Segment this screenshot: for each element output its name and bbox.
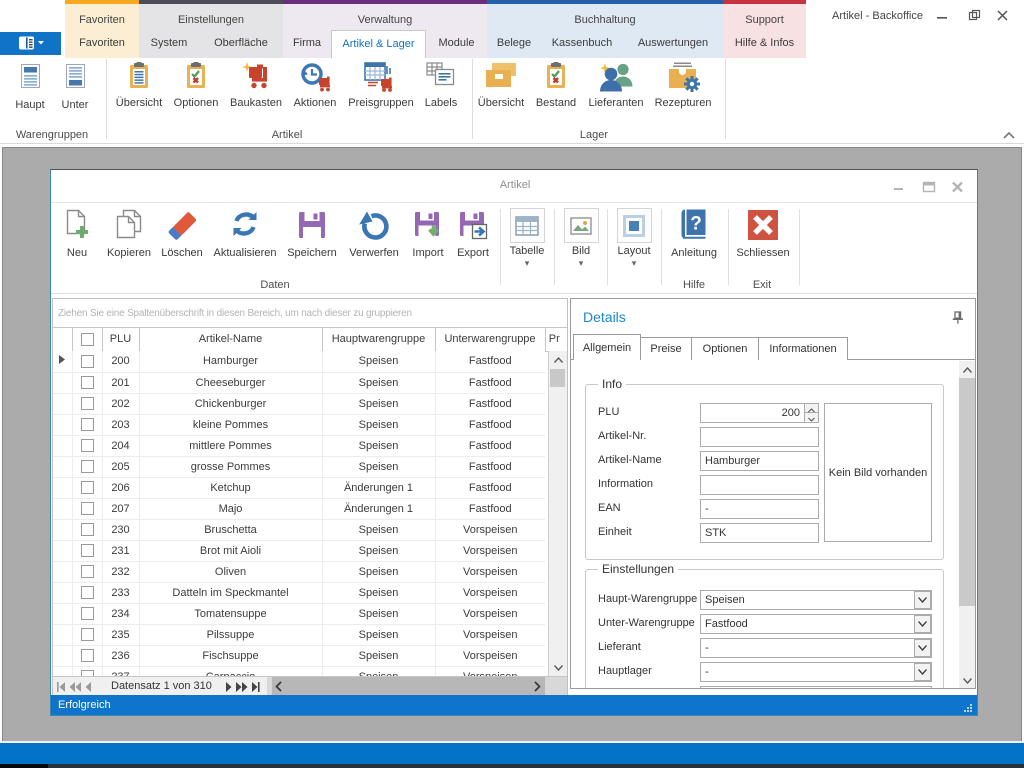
svg-text:?: ? xyxy=(690,214,702,235)
